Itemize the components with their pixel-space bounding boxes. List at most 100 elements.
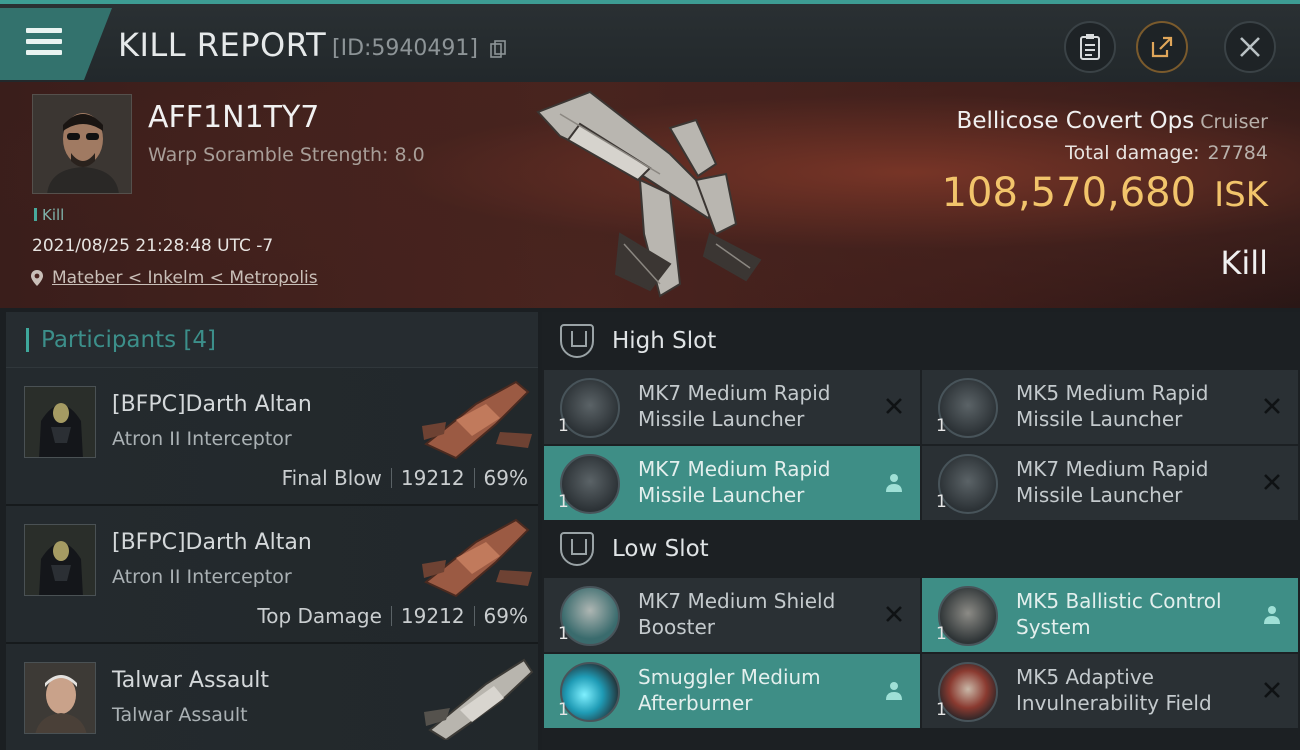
module-tile[interactable]: 1 MK5 Adaptive Invulnerability Field xyxy=(922,654,1298,728)
module-tile[interactable]: 1 MK7 Medium Rapid Missile Launcher xyxy=(922,446,1298,520)
participant-role: Top Damage xyxy=(257,604,382,628)
isk-unit: ISK xyxy=(1214,175,1268,215)
participant-avatar xyxy=(24,386,96,458)
victim-ship-name[interactable]: Bellicose Covert Ops Cruiser xyxy=(957,108,1268,134)
clipboard-icon xyxy=(1080,34,1100,60)
close-icon xyxy=(1240,37,1260,57)
pilot-avatar-icon xyxy=(33,95,131,193)
menu-button[interactable] xyxy=(0,8,112,80)
missile-launcher-icon xyxy=(560,378,620,438)
missile-launcher-icon xyxy=(938,454,998,514)
total-damage: Total damage: 27784 xyxy=(1065,142,1268,164)
helmet-pilot-icon xyxy=(25,525,95,595)
kill-banner: AFF1N1TY7 Warp Soramble Strength: 8.0 Ki… xyxy=(0,82,1300,308)
kill-datetime: 2021/08/25 21:28:48 UTC -7 xyxy=(32,236,274,256)
participant-row[interactable]: Talwar Assault Talwar Assault xyxy=(6,644,538,750)
close-button[interactable] xyxy=(1224,21,1276,73)
helmet-pilot-icon xyxy=(25,387,95,457)
page-title: KILL REPORT xyxy=(118,26,327,64)
module-quantity: 1 xyxy=(936,416,947,436)
high-slot-label: High Slot xyxy=(612,328,717,354)
participant-role: Final Blow xyxy=(281,466,382,490)
destroyed-x-icon xyxy=(886,606,902,622)
location-pin-icon xyxy=(31,270,43,286)
ship-class: Cruiser xyxy=(1200,111,1268,133)
isk-value: 108,570,680 xyxy=(941,170,1197,216)
hamburger-icon xyxy=(26,28,62,61)
module-tile[interactable]: 1 MK7 Medium Shield Booster xyxy=(544,578,920,652)
isk-value-display: 108,570,680 ISK xyxy=(942,170,1268,216)
participant-ship: Atron II Interceptor xyxy=(112,428,292,450)
location-link[interactable]: Mateber < Inkelm < Metropolis xyxy=(52,268,318,288)
atron-ship-icon xyxy=(422,518,532,598)
module-quantity: 1 xyxy=(936,624,947,644)
module-quantity: 1 xyxy=(936,492,947,512)
module-quantity: 1 xyxy=(558,700,569,720)
participant-stats: Top Damage 19212 69% xyxy=(257,604,528,628)
destroyed-x-icon xyxy=(1264,474,1280,490)
warp-scramble-strength: Warp Soramble Strength: 8.0 xyxy=(148,144,425,166)
module-name: Smuggler Medium Afterburner xyxy=(638,665,821,715)
destroyed-x-icon xyxy=(1264,682,1280,698)
dropped-person-icon xyxy=(886,682,902,700)
module-quantity: 1 xyxy=(936,700,947,720)
destroyed-x-icon xyxy=(886,398,902,414)
victim-name[interactable]: AFF1N1TY7 xyxy=(148,100,319,135)
participants-heading[interactable]: Participants [4] xyxy=(6,312,538,368)
clipboard-button[interactable] xyxy=(1064,21,1116,73)
module-name: MK7 Medium Rapid Missile Launcher xyxy=(638,381,831,431)
dropped-person-icon xyxy=(886,474,902,492)
module-tile[interactable]: 1 MK5 Ballistic Control System xyxy=(922,578,1298,652)
participant-row[interactable]: [BFPC]Darth Altan Atron II Interceptor F… xyxy=(6,368,538,506)
module-name: MK5 Adaptive Invulnerability Field xyxy=(1016,665,1212,715)
module-name: MK7 Medium Shield Booster xyxy=(638,589,836,639)
module-tile[interactable]: 1 MK7 Medium Rapid Missile Launcher xyxy=(544,446,920,520)
high-slot-icon xyxy=(560,324,594,358)
kill-result: Kill xyxy=(1220,244,1268,282)
participant-percent: 69% xyxy=(483,604,528,628)
participant-name: [BFPC]Darth Altan xyxy=(112,530,312,555)
share-icon xyxy=(1151,36,1173,58)
copy-icon[interactable] xyxy=(490,40,506,58)
low-slot-icon xyxy=(560,532,594,566)
total-damage-value: 27784 xyxy=(1207,142,1268,164)
missile-launcher-icon xyxy=(938,378,998,438)
dropped-person-icon xyxy=(1264,606,1280,624)
afterburner-icon xyxy=(560,662,620,722)
total-damage-label: Total damage: xyxy=(1065,142,1200,164)
participant-percent: 69% xyxy=(483,466,528,490)
participant-ship: Talwar Assault xyxy=(112,704,248,726)
participant-row[interactable]: [BFPC]Darth Altan Atron II Interceptor T… xyxy=(6,506,538,644)
module-tile[interactable]: 1 Smuggler Medium Afterburner xyxy=(544,654,920,728)
share-button[interactable] xyxy=(1136,21,1188,73)
participant-stats: Final Blow 19212 69% xyxy=(282,466,528,490)
high-slot-header: High Slot xyxy=(542,312,1300,370)
module-quantity: 1 xyxy=(558,492,569,512)
participant-ship: Atron II Interceptor xyxy=(112,566,292,588)
participant-avatar xyxy=(24,524,96,596)
ship-type: Bellicose Covert Ops xyxy=(956,108,1195,134)
module-quantity: 1 xyxy=(558,624,569,644)
module-name: MK7 Medium Rapid Missile Launcher xyxy=(1016,457,1209,507)
participant-damage: 19212 xyxy=(400,604,465,628)
module-name: MK7 Medium Rapid Missile Launcher xyxy=(638,457,831,507)
victim-portrait[interactable] xyxy=(32,94,132,194)
module-tile[interactable]: 1 MK5 Medium Rapid Missile Launcher xyxy=(922,370,1298,444)
module-quantity: 1 xyxy=(558,416,569,436)
destroyed-x-icon xyxy=(1264,398,1280,414)
participant-name: [BFPC]Darth Altan xyxy=(112,392,312,417)
kill-location[interactable]: Mateber < Inkelm < Metropolis xyxy=(30,268,318,288)
ballistic-control-icon xyxy=(938,586,998,646)
participant-damage: 19212 xyxy=(400,466,465,490)
participants-panel: Participants [4] [BFPC]Darth Altan Atron… xyxy=(6,312,538,750)
report-id: [ID:5940491] xyxy=(332,36,478,61)
invulnerability-field-icon xyxy=(938,662,998,722)
victim-ship-icon xyxy=(536,90,762,298)
kill-tag: Kill xyxy=(34,206,64,224)
module-name: MK5 Medium Rapid Missile Launcher xyxy=(1016,381,1209,431)
module-tile[interactable]: 1 MK7 Medium Rapid Missile Launcher xyxy=(544,370,920,444)
atron-ship-icon xyxy=(422,380,532,460)
low-slot-label: Low Slot xyxy=(612,536,709,562)
npc-pilot-icon xyxy=(25,663,95,733)
participant-name: Talwar Assault xyxy=(112,668,270,693)
